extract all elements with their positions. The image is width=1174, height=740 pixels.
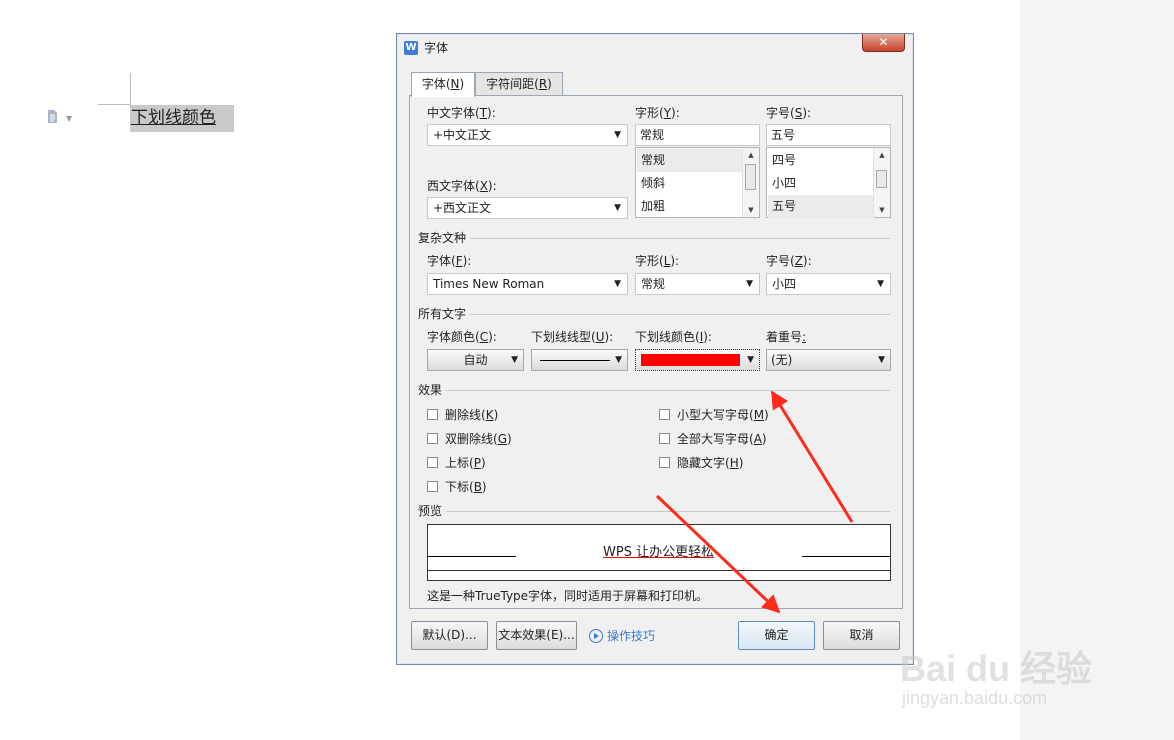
baidu-jingyan-watermark: Bai du 经验 jingyan.baidu.com	[900, 640, 1120, 720]
tab-font[interactable]: 字体(N)	[411, 72, 475, 97]
annotation-arrows	[655, 390, 854, 614]
arrow-to-underline-color	[770, 390, 854, 523]
tab-label: 字体(	[421, 77, 451, 91]
arrow-to-ok-button	[655, 494, 781, 614]
tab-label-end: )	[459, 77, 465, 91]
watermark-logo-text: Bai du 经验	[900, 648, 1093, 689]
watermark-url: jingyan.baidu.com	[902, 688, 1048, 708]
